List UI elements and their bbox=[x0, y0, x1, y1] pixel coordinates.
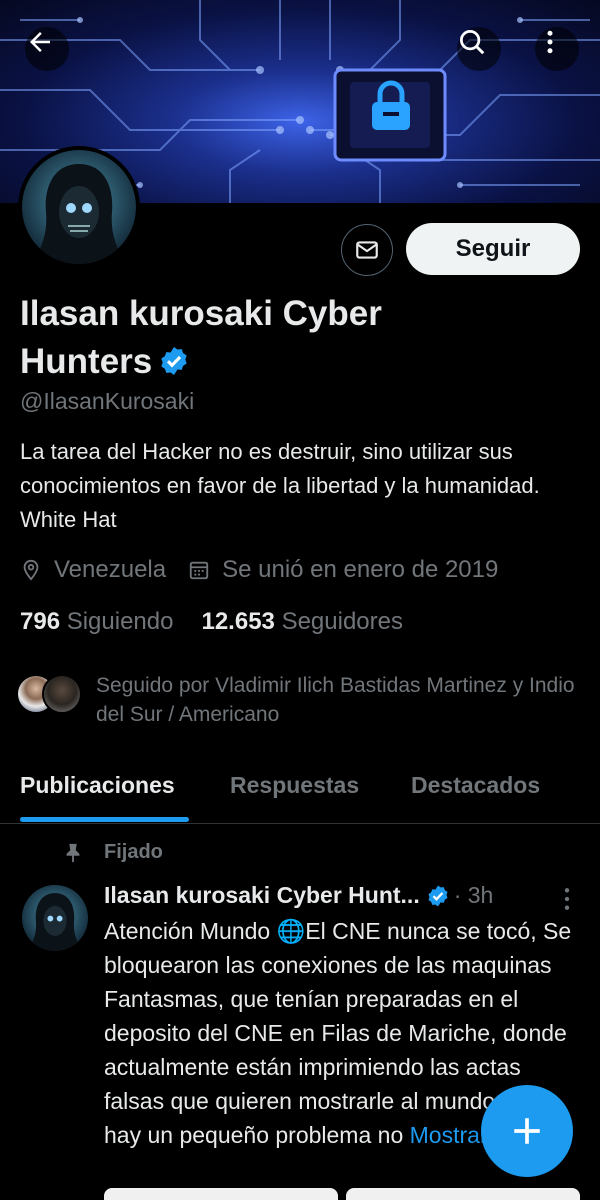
profile-tabs: Publicaciones Respuestas Destacados bbox=[0, 760, 600, 824]
following-label: Siguiendo bbox=[66, 608, 174, 635]
pinned-text: Fijado bbox=[104, 841, 163, 863]
joined-item: Se unió en enero de 2019 bbox=[188, 556, 498, 584]
profile-name: Ilasan kurosaki Cyber Hunters bbox=[20, 294, 382, 381]
back-arrow-icon bbox=[30, 32, 50, 52]
profile-handle: @IlasanKurosaki bbox=[20, 388, 195, 414]
plus-icon bbox=[514, 1118, 540, 1144]
search-icon bbox=[460, 30, 485, 55]
more-options-button[interactable] bbox=[535, 27, 579, 71]
location-pin-icon bbox=[23, 559, 39, 581]
following-count: 796 bbox=[20, 608, 61, 635]
back-button[interactable] bbox=[25, 27, 69, 71]
profile-avatar[interactable] bbox=[18, 146, 140, 268]
mail-icon bbox=[356, 241, 378, 259]
profile-bio: La tarea del Hacker no es destruir, sino… bbox=[20, 439, 540, 532]
follow-button[interactable]: Seguir bbox=[406, 223, 580, 275]
post-media[interactable] bbox=[104, 1188, 580, 1200]
verified-badge-icon[interactable] bbox=[158, 345, 190, 377]
post-more-button[interactable] bbox=[560, 886, 574, 917]
followers-stat[interactable]: 12.653 Seguidores bbox=[201, 608, 403, 636]
search-button[interactable] bbox=[457, 27, 501, 71]
post-header: Ilasan kurosaki Cyber Hunt... · 3h bbox=[104, 882, 534, 909]
more-vertical-icon bbox=[547, 30, 553, 54]
compose-button[interactable] bbox=[481, 1085, 573, 1177]
followers-label: Seguidores bbox=[281, 608, 403, 635]
more-vertical-icon bbox=[564, 888, 570, 910]
calendar-icon bbox=[189, 561, 209, 580]
post-author[interactable]: Ilasan kurosaki Cyber Hunt... bbox=[104, 882, 420, 909]
followed-by-text: Seguido por Vladimir Ilich Bastidas Mart… bbox=[96, 674, 575, 726]
post-avatar[interactable] bbox=[22, 885, 88, 951]
pin-icon bbox=[66, 843, 80, 862]
profile-name-block: Ilasan kurosaki Cyber Hunters bbox=[20, 290, 440, 386]
tab-destacados[interactable]: Destacados bbox=[411, 772, 540, 799]
following-stat[interactable]: 796 Siguiendo bbox=[20, 608, 173, 636]
followers-count: 12.653 bbox=[201, 608, 275, 635]
profile-meta: Venezuela Se unió en enero de 2019 bbox=[20, 556, 520, 584]
follower-avatar bbox=[42, 674, 82, 714]
message-button[interactable] bbox=[341, 224, 393, 276]
joined-text: Se unió en enero de 2019 bbox=[222, 556, 499, 583]
media-thumb[interactable] bbox=[346, 1188, 580, 1200]
pinned-label: Fijado bbox=[62, 841, 163, 864]
post-time: · 3h bbox=[453, 882, 494, 908]
media-thumb[interactable] bbox=[104, 1188, 338, 1200]
profile-stats: 796 Siguiendo 12.653 Seguidores bbox=[20, 608, 431, 636]
active-tab-indicator bbox=[20, 817, 189, 822]
tab-publicaciones[interactable]: Publicaciones bbox=[20, 772, 175, 799]
location-text: Venezuela bbox=[54, 556, 167, 583]
followed-by[interactable]: Seguido por Vladimir Ilich Bastidas Mart… bbox=[16, 674, 576, 729]
tab-respuestas[interactable]: Respuestas bbox=[230, 772, 359, 799]
verified-badge-icon bbox=[428, 885, 448, 906]
location-item: Venezuela bbox=[20, 556, 166, 584]
